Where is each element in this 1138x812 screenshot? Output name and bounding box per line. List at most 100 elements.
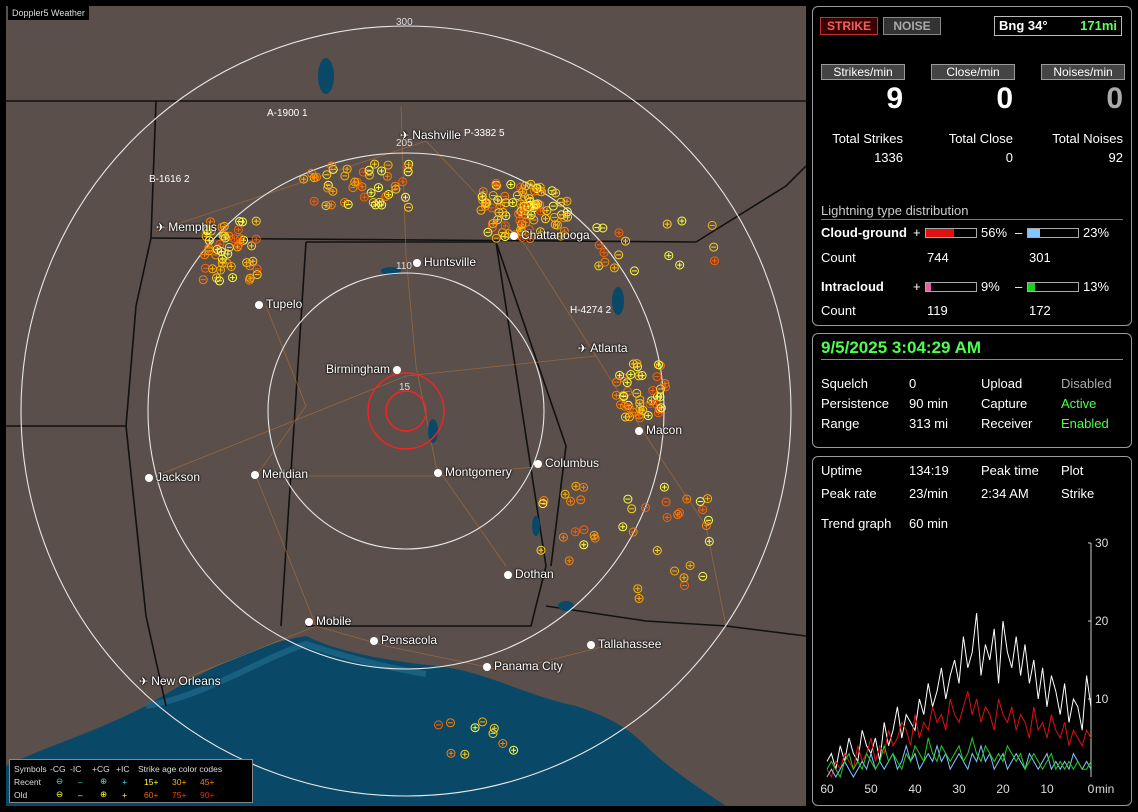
aircraft-marker-b1616[interactable]: B-1616 2 [149,174,190,185]
city-mobile[interactable]: Mobile [305,614,351,628]
x-tick-label: 10 [1040,782,1054,796]
aircraft-marker-a1900[interactable]: A-1900 1 [267,108,308,119]
city-jackson[interactable]: Jackson [145,470,200,484]
upload-value[interactable]: Disabled [1061,376,1112,391]
strike-symbol [309,196,319,206]
strike-symbol [566,496,576,506]
aircraft-marker-p3382[interactable]: P-3382 5 [464,128,505,139]
dot-icon [504,570,512,579]
strike-symbol [579,540,589,550]
settings-panel: 9/5/2025 3:04:29 AM Squelch 0 Upload Dis… [812,333,1132,448]
city-panama-city[interactable]: Panama City [483,659,563,673]
strike-symbol [233,225,243,235]
city-birmingham[interactable]: Birmingham [326,362,404,376]
trend-graph-label: Trend graph [821,516,892,531]
trend-series-line [826,736,1092,779]
city-huntsville[interactable]: Huntsville [413,255,476,269]
squelch-value[interactable]: 0 [909,376,916,391]
plot-value[interactable]: Strike [1061,486,1094,501]
strike-symbol [618,522,628,532]
receiver-value[interactable]: Enabled [1061,416,1109,431]
x-tick-label: 0 [1088,782,1095,796]
city-dothan[interactable]: Dothan [504,567,554,581]
legend-pos-cg-header: +CG [92,763,110,774]
cg-positive-bar [925,228,977,238]
lightning-map[interactable]: Doppler5 Weather 300 205 110 15 ✈ Nashvil… [6,6,806,806]
dot-icon [370,636,378,645]
strike-symbol [404,202,413,212]
strike-symbol [652,546,662,555]
city-new-orleans[interactable]: ✈ New Orleans [139,674,221,688]
strike-symbol [707,220,717,230]
trend-series-line [826,691,1092,779]
ic-negative-bar [1027,282,1079,292]
ic-pos-pct: 9% [981,279,1000,294]
strikes-per-min-header[interactable]: Strikes/min [821,64,905,80]
city-pensacola[interactable]: Pensacola [370,633,437,647]
capture-value[interactable]: Active [1061,396,1096,411]
noises-per-min-value: 0 [1106,82,1123,115]
city-meridian[interactable]: Meridian [251,467,308,481]
city-columbus[interactable]: Columbus [534,456,599,470]
ic-pos-count: 119 [927,303,948,318]
range-setting-value[interactable]: 313 mi [909,416,948,431]
city-tallahassee[interactable]: Tallahassee [587,637,661,651]
strike-symbol [357,182,367,192]
persistence-value[interactable]: 90 min [909,396,948,411]
x-tick-label: 30 [952,782,966,796]
neg-cg-old-icon: ⊖ [56,789,64,799]
ic-neg-sign: – [1015,279,1023,294]
peak-time-label: Peak time [981,463,1039,478]
airplane-icon: ✈ [139,676,149,688]
strike-symbol [594,240,604,250]
strike-symbol [662,219,672,229]
dot-icon [251,470,259,479]
city-chattanooga[interactable]: Chattanooga [510,228,590,242]
city-nashville[interactable]: ✈ Nashville [400,128,461,142]
ic-neg-pct: 13% [1083,279,1110,294]
neg-cg-recent-icon: ⊖ [56,776,64,786]
noises-per-min-header[interactable]: Noises/min [1041,64,1125,80]
bearing-value: Bng 34° [999,18,1048,33]
trend-window-value[interactable]: 60 min [909,516,948,531]
dot-icon [305,617,313,626]
pos-ic-old-icon: + [122,789,127,800]
noise-button[interactable]: NOISE [883,17,941,35]
strike-symbol [374,183,383,193]
close-per-min-header[interactable]: Close/min [931,64,1015,80]
x-tick-label: 60 [820,782,834,796]
city-atlanta[interactable]: ✈ Atlanta [578,341,628,355]
strike-symbol [629,266,639,276]
strike-symbol [664,251,674,261]
city-tupelo[interactable]: Tupelo [255,297,302,311]
strike-symbol [609,263,619,273]
strike-symbol [709,242,719,252]
aircraft-marker-h4274[interactable]: H-4274 2 [570,305,611,316]
strike-symbol [576,495,586,505]
strike-symbol [698,505,708,515]
city-montgomery[interactable]: Montgomery [434,465,512,479]
strike-symbol [383,160,393,170]
strike-symbol [675,260,685,270]
strike-symbol [560,489,570,499]
ic-neg-count: 172 [1029,303,1051,318]
age-15-label: 15+ [144,776,159,787]
bearing-readout: Bng 34° 171mi [994,16,1122,36]
strike-symbol [558,532,568,542]
y-tick-label: 10 [1095,692,1109,706]
strike-button[interactable]: STRIKE [820,17,878,35]
cg-neg-pct: 23% [1083,225,1110,240]
total-noises-value: 92 [1108,150,1123,165]
state-borders [6,100,806,707]
city-macon[interactable]: Macon [635,423,682,437]
airplane-icon: ✈ [156,222,166,234]
range-value: 171mi [1080,18,1117,33]
pos-ic-recent-icon: + [122,776,127,787]
strike-symbol [623,494,633,504]
strike-symbol [626,370,636,379]
cg-pos-count: 744 [927,250,949,265]
distribution-title: Lightning type distribution [821,203,1123,220]
city-memphis[interactable]: ✈ Memphis [156,220,217,234]
legend-neg-cg-header: -CG [50,763,66,774]
strike-symbol [652,372,662,382]
